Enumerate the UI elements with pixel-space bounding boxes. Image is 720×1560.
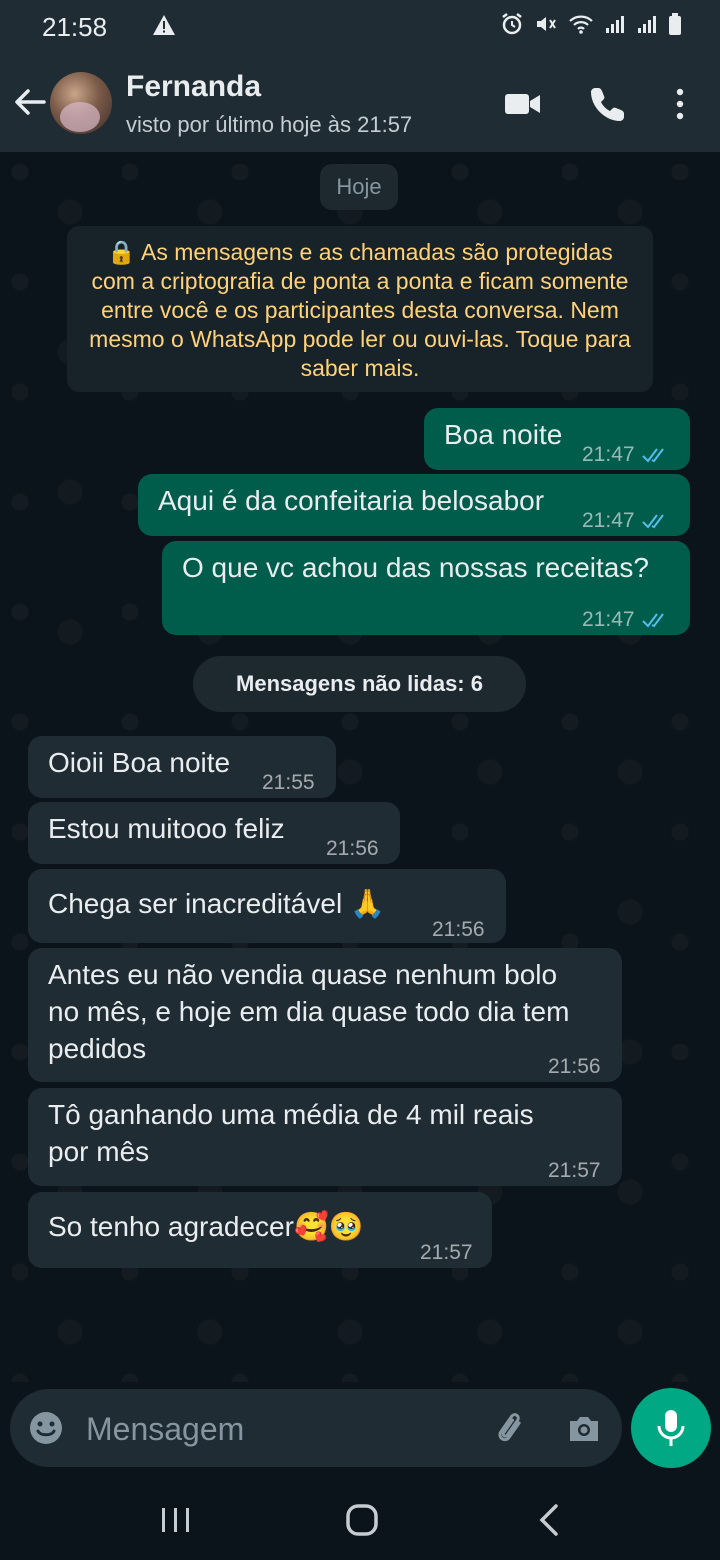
incoming-message[interactable]: Estou muitooo feliz 21:56 [28,802,400,864]
message-text: Chega ser inacreditável 🙏 [48,888,385,919]
signal-icon [606,16,624,33]
video-call-button[interactable] [503,84,543,124]
attach-icon[interactable] [488,1409,528,1449]
message-text: O que vc achou das nossas receitas? [182,552,649,583]
message-text-line1: Tô ganhando uma média de 4 mil reais [48,1099,534,1130]
message-text: Boa noite [444,419,563,450]
incoming-message[interactable]: Oioii Boa noite 21:55 [28,736,336,798]
double-check-icon [641,612,664,628]
last-seen-status[interactable]: visto por último hoje às 21:57 [126,112,412,138]
incoming-message[interactable]: So tenho agradecer🥰🥹 21:57 [28,1192,492,1268]
message-text: Oioii Boa noite [48,747,231,778]
home-icon[interactable] [340,1500,384,1540]
message-text-line2: no mês, e hoje em dia quase todo dia tem [48,996,570,1027]
outgoing-message[interactable]: O que vc achou das nossas receitas? 21:4… [162,541,690,635]
signal-icon-2 [638,16,656,33]
outgoing-message[interactable]: Boa noite 21:47 [424,408,690,470]
camera-icon[interactable] [564,1409,604,1449]
chat-header: Fernanda visto por último hoje às 21:57 [0,56,720,152]
mic-button[interactable] [631,1388,711,1468]
message-text-line1: Antes eu não vendia quase nenhum bolo [48,959,558,990]
double-check-icon [641,447,664,463]
unread-messages-chip: Mensagens não lidas: 6 [193,656,526,712]
encryption-notice[interactable]: 🔒 As mensagens e as chamadas são protegi… [67,226,653,392]
message-text-line2: por mês [48,1136,150,1167]
mute-icon [537,17,556,31]
message-meta: 21:47 [582,502,671,539]
message-text-line3: pedidos [48,1033,147,1064]
message-text: So tenho agradecer🥰🥹 [48,1211,364,1242]
warning-icon [152,14,176,41]
date-chip: Hoje [320,164,398,210]
incoming-message[interactable]: Antes eu não vendia quase nenhum bolo no… [28,948,622,1082]
outgoing-message[interactable]: Aqui é da confeitaria belosabor 21:47 [138,474,690,536]
avatar[interactable] [50,72,112,134]
alarm-icon [502,13,522,35]
status-bar: 21:58 [0,0,720,56]
voice-call-button[interactable] [588,84,628,124]
mic-icon [657,1410,685,1446]
message-text: Estou muitooo feliz [48,813,285,844]
back-icon[interactable] [528,1500,572,1540]
incoming-message[interactable]: Tô ganhando uma média de 4 mil reais por… [28,1088,622,1186]
message-time: 21:47 [582,443,635,466]
message-time: 21:57 [420,1241,473,1264]
message-time: 21:56 [432,918,485,941]
message-text: Aqui é da confeitaria belosabor [158,485,545,516]
contact-name[interactable]: Fernanda [126,70,261,104]
recent-apps-icon[interactable] [154,1500,198,1540]
message-meta: 21:47 [582,601,671,638]
emoji-icon[interactable] [28,1410,64,1446]
battery-icon [669,13,681,35]
back-arrow-icon[interactable] [12,84,48,120]
message-time: 21:56 [548,1055,601,1078]
more-options-icon[interactable] [664,84,704,124]
message-time: 21:57 [548,1159,601,1182]
wifi-icon [569,15,593,34]
message-time: 21:55 [262,771,315,794]
message-input[interactable] [84,1401,478,1457]
message-meta: 21:47 [582,436,671,473]
double-check-icon [641,513,664,529]
chat-area[interactable]: Hoje 🔒 As mensagens e as chamadas são pr… [0,152,720,1382]
message-input-bar [10,1389,622,1467]
system-nav-bar [0,1480,720,1560]
incoming-message[interactable]: Chega ser inacreditável 🙏 21:56 [28,869,506,943]
status-icons [500,12,682,36]
message-time: 21:47 [582,608,635,631]
status-time: 21:58 [42,12,108,42]
message-time: 21:56 [326,837,379,860]
message-time: 21:47 [582,509,635,532]
